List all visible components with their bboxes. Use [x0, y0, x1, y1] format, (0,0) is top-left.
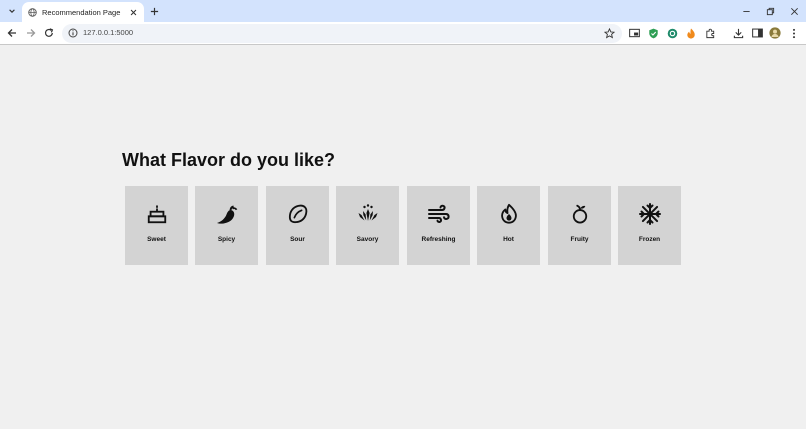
flavor-card-fruity[interactable]: Fruity — [548, 186, 611, 265]
arrow-right-icon — [27, 29, 36, 37]
menu-button[interactable] — [787, 26, 801, 40]
star-icon — [604, 28, 615, 39]
restore-icon — [766, 7, 774, 15]
fire-extension-button[interactable] — [684, 26, 698, 40]
picture-in-picture-button[interactable] — [627, 26, 641, 40]
back-button[interactable] — [5, 26, 19, 40]
cake-icon — [147, 204, 166, 224]
minimize-button[interactable] — [739, 4, 753, 18]
flavor-label: Spicy — [217, 236, 236, 243]
tab-strip: Recommendation Page — [0, 0, 806, 22]
tab-title: Recommendation Page — [42, 7, 121, 17]
shield-icon — [648, 28, 658, 38]
chat-extension-button[interactable] — [665, 26, 679, 40]
forward-button[interactable] — [24, 26, 38, 40]
flavor-card-sweet[interactable]: Sweet — [125, 186, 188, 265]
puzzle-icon — [705, 28, 714, 38]
close-icon — [790, 7, 798, 15]
extensions-button[interactable] — [703, 26, 717, 40]
more-vertical-icon — [792, 28, 796, 38]
page-title: What Flavor do you like? — [122, 150, 336, 170]
flavor-label: Savory — [356, 236, 379, 243]
chevron-down-icon — [9, 9, 15, 13]
flavor-card-hot[interactable]: Hot — [477, 186, 540, 265]
restore-button[interactable] — [763, 4, 777, 18]
chat-icon — [667, 28, 677, 38]
browser-toolbar: 127.0.0.1:5000 — [0, 22, 806, 45]
savory-icon — [358, 204, 377, 221]
flavor-card-sour[interactable]: Sour — [266, 186, 329, 265]
flavor-label: Sour — [290, 236, 305, 243]
minimize-icon — [742, 10, 750, 12]
tab-search-button[interactable] — [4, 3, 20, 19]
globe-icon — [28, 7, 37, 17]
download-icon — [733, 28, 743, 38]
flavor-label: Hot — [503, 236, 514, 243]
side-panel-icon — [751, 28, 763, 38]
site-info-button[interactable] — [67, 27, 79, 39]
close-window-button[interactable] — [787, 4, 801, 18]
profile-button[interactable] — [768, 26, 782, 40]
flame-icon — [500, 203, 517, 224]
bookmark-button[interactable] — [603, 27, 616, 40]
fire-icon — [687, 28, 695, 38]
flavor-card-spicy[interactable]: Spicy — [195, 186, 258, 265]
flavor-card-refreshing[interactable]: Refreshing — [407, 186, 470, 265]
flavor-label: Fruity — [570, 236, 589, 243]
shield-extension-button[interactable] — [646, 26, 660, 40]
info-icon — [68, 28, 78, 38]
snowflake-icon — [638, 203, 661, 225]
fruit-icon — [572, 204, 587, 224]
flavor-label: Frozen — [638, 236, 661, 243]
avatar-icon — [769, 27, 781, 39]
reload-button[interactable] — [42, 26, 56, 40]
chili-pepper-icon — [216, 205, 237, 224]
flavor-label: Sweet — [147, 236, 166, 243]
tab-close-button[interactable] — [127, 6, 139, 18]
lemon-icon — [288, 204, 307, 224]
picture-in-picture-icon — [628, 28, 640, 38]
arrow-left-icon — [7, 29, 16, 37]
reload-icon — [44, 28, 54, 37]
flavor-label: Refreshing — [421, 236, 456, 243]
downloads-button[interactable] — [731, 26, 745, 40]
flavor-card-frozen[interactable]: Frozen — [618, 186, 681, 265]
wind-icon — [427, 204, 450, 223]
flavor-card-savory[interactable]: Savory — [336, 186, 399, 265]
browser-tab[interactable]: Recommendation Page — [22, 2, 144, 22]
side-panel-button[interactable] — [750, 26, 764, 40]
new-tab-button[interactable] — [147, 4, 161, 18]
url-text: 127.0.0.1:5000 — [83, 28, 134, 37]
close-icon — [130, 9, 136, 15]
plus-icon — [150, 7, 158, 15]
address-bar[interactable]: 127.0.0.1:5000 — [62, 24, 622, 43]
